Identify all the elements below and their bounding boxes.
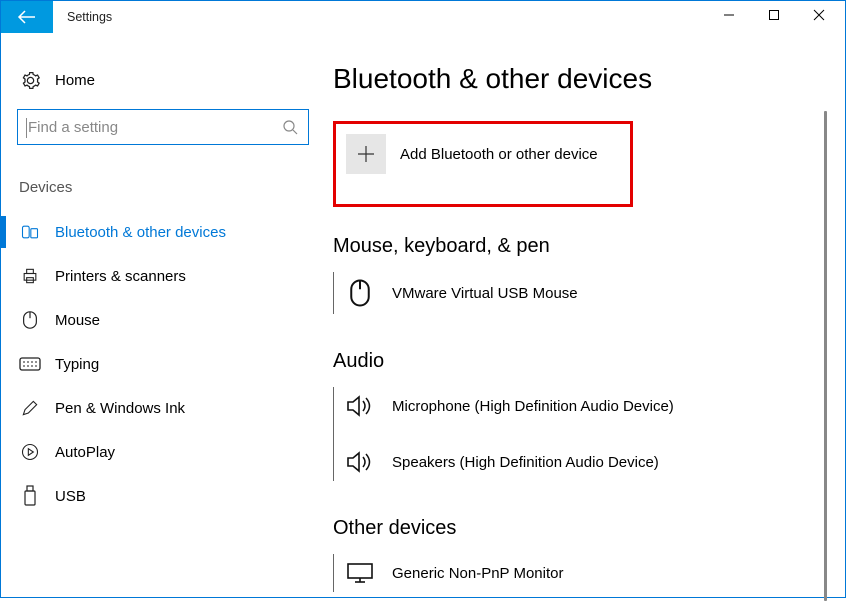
minimize-button[interactable] (706, 1, 751, 29)
mouse-icon (19, 310, 41, 330)
device-label: Speakers (High Definition Audio Device) (392, 454, 659, 471)
device-label: Generic Non-PnP Monitor (392, 565, 563, 582)
bluetooth-devices-icon (19, 222, 41, 242)
keyboard-icon (19, 356, 41, 372)
group-mouse-keyboard-pen: Mouse, keyboard, & pen VMware Virtual US… (333, 235, 824, 314)
sidebar-item-printers[interactable]: Printers & scanners (1, 254, 321, 298)
back-button[interactable] (1, 1, 53, 33)
search-placeholder: Find a setting (28, 119, 118, 136)
sidebar-item-typing[interactable]: Typing (1, 342, 321, 386)
sidebar-section-header: Devices (1, 169, 321, 210)
sidebar-item-autoplay[interactable]: AutoPlay (1, 430, 321, 474)
sidebar-item-label: Bluetooth & other devices (55, 224, 226, 241)
close-icon (813, 9, 825, 21)
content-area: Bluetooth & other devices Add Bluetooth … (321, 33, 845, 597)
search-icon (282, 119, 298, 135)
add-device-button[interactable]: Add Bluetooth or other device (346, 134, 618, 174)
device-item[interactable]: Generic Non-PnP Monitor (342, 554, 824, 592)
sidebar-item-label: Pen & Windows Ink (55, 400, 185, 417)
speaker-icon (342, 393, 378, 419)
mouse-device-icon (342, 278, 378, 308)
speaker-icon (342, 449, 378, 475)
device-item[interactable]: Speakers (High Definition Audio Device) (342, 443, 824, 481)
close-button[interactable] (796, 1, 841, 29)
group-heading: Other devices (333, 517, 824, 540)
sidebar-item-usb[interactable]: USB (1, 474, 321, 518)
sidebar-item-mouse[interactable]: Mouse (1, 298, 321, 342)
highlight-box: Add Bluetooth or other device (333, 121, 633, 207)
home-label: Home (55, 72, 95, 89)
monitor-icon (342, 560, 378, 586)
minimize-icon (723, 9, 735, 21)
device-item[interactable]: VMware Virtual USB Mouse (342, 272, 824, 314)
sidebar-item-pen[interactable]: Pen & Windows Ink (1, 386, 321, 430)
plus-tile (346, 134, 386, 174)
search-input[interactable]: Find a setting (17, 109, 309, 145)
scrollbar[interactable] (824, 111, 827, 601)
title-bar: Settings (1, 1, 845, 33)
maximize-button[interactable] (751, 1, 796, 29)
autoplay-icon (19, 442, 41, 462)
back-arrow-icon (17, 9, 37, 25)
add-device-label: Add Bluetooth or other device (400, 146, 598, 163)
device-item[interactable]: Microphone (High Definition Audio Device… (342, 387, 824, 443)
plus-icon (356, 144, 376, 164)
device-label: Microphone (High Definition Audio Device… (392, 398, 674, 415)
group-heading: Audio (333, 350, 824, 373)
page-title: Bluetooth & other devices (333, 63, 824, 95)
home-link[interactable]: Home (1, 63, 321, 97)
gear-icon (19, 71, 41, 90)
window-title: Settings (67, 1, 112, 33)
printer-icon (19, 266, 41, 286)
sidebar-item-label: Typing (55, 356, 99, 373)
group-other-devices: Other devices Generic Non-PnP Monitor (333, 517, 824, 592)
sidebar: Home Find a setting Devices Bluetooth & … (1, 33, 321, 597)
usb-icon (19, 485, 41, 507)
window-controls (706, 1, 845, 29)
pen-icon (19, 398, 41, 418)
sidebar-item-label: Mouse (55, 312, 100, 329)
group-audio: Audio Microphone (High Definition Audio … (333, 350, 824, 481)
group-heading: Mouse, keyboard, & pen (333, 235, 824, 258)
device-label: VMware Virtual USB Mouse (392, 285, 578, 302)
sidebar-item-label: Printers & scanners (55, 268, 186, 285)
sidebar-item-label: AutoPlay (55, 444, 115, 461)
sidebar-item-bluetooth[interactable]: Bluetooth & other devices (1, 210, 321, 254)
sidebar-item-label: USB (55, 488, 86, 505)
maximize-icon (768, 9, 780, 21)
